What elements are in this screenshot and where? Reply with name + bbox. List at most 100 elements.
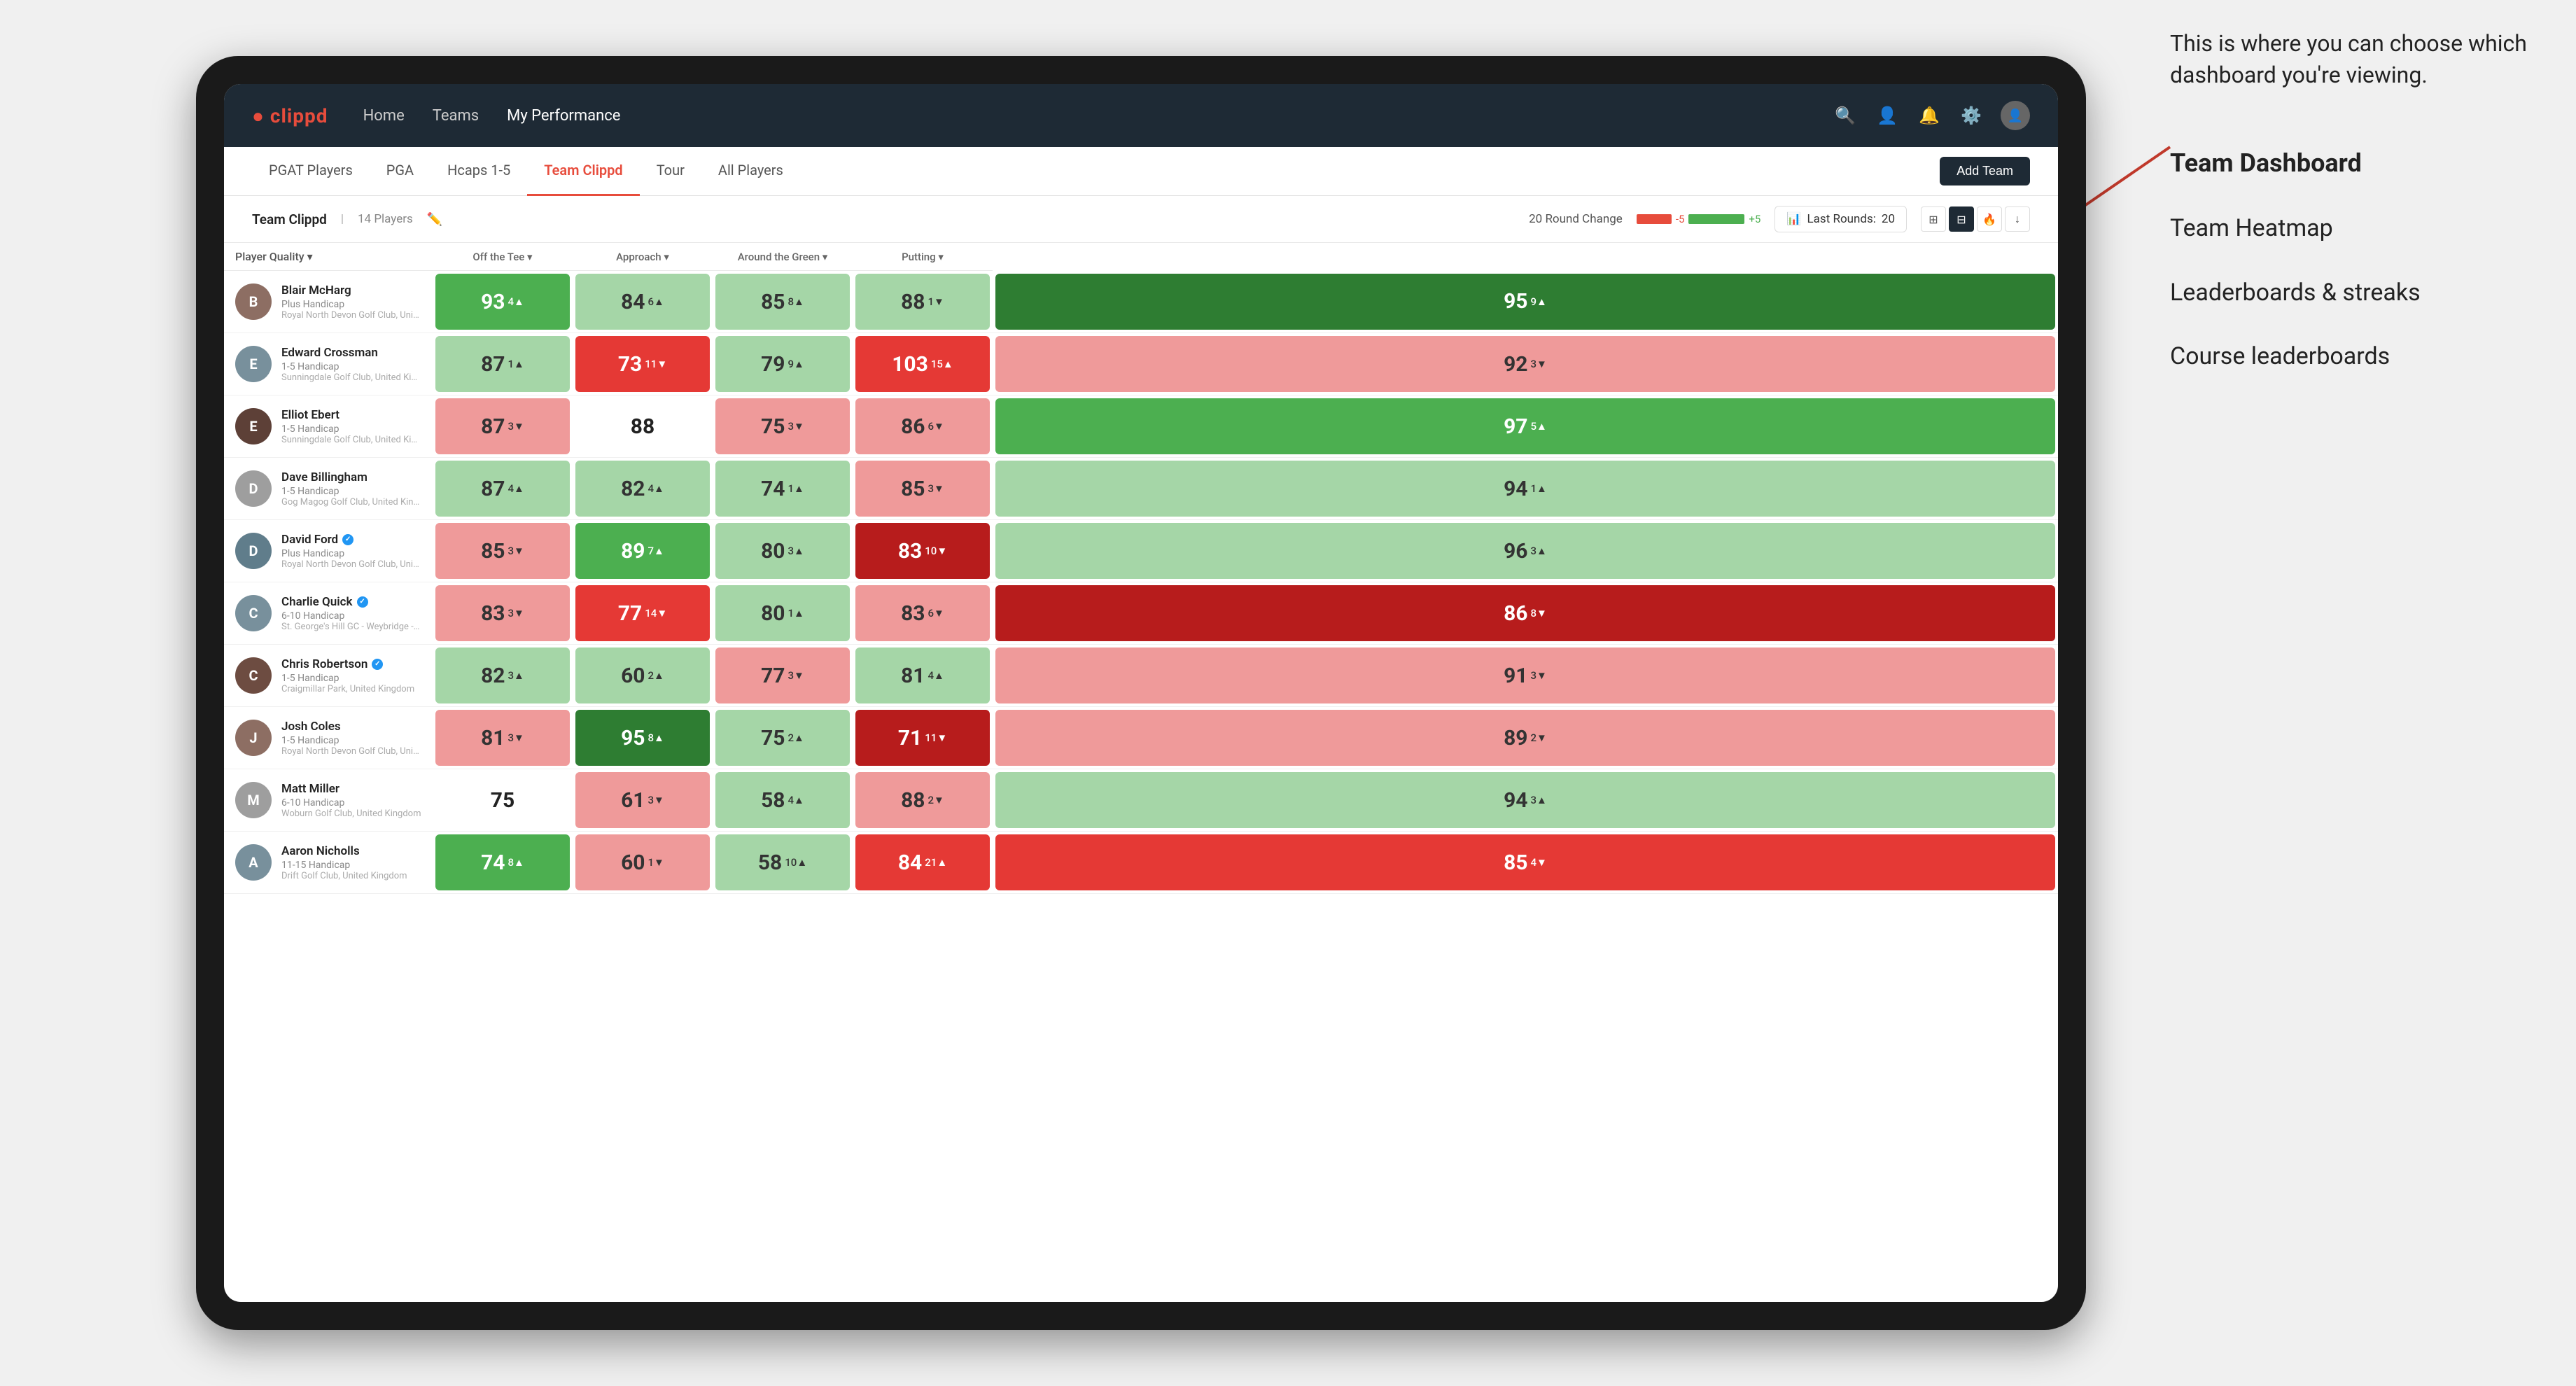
player-handicap: 1-5 Handicap: [281, 361, 421, 372]
delta-indicator: 2▲: [648, 669, 664, 682]
metric-box: 83 10▼: [855, 523, 990, 579]
metric-box: 83 6▼: [855, 585, 990, 641]
delta-indicator: 1▼: [648, 856, 664, 869]
nav-my-performance[interactable]: My Performance: [507, 107, 620, 125]
metric-box: 73 11▼: [575, 336, 710, 392]
score-value: 85: [901, 477, 925, 501]
metric-box: 93 4▲: [435, 274, 570, 330]
grid-large-view-button[interactable]: ⊟: [1949, 206, 1974, 232]
subnav-pga[interactable]: PGA: [370, 147, 430, 196]
delta-indicator: 3▼: [508, 607, 524, 620]
metric-box: 86 8▼: [995, 585, 2055, 641]
user-icon[interactable]: 👤: [1875, 103, 1900, 128]
player-name: Josh Coles: [281, 720, 421, 734]
metric-box: 61 3▼: [575, 772, 710, 828]
subnav-pgat-players[interactable]: PGAT Players: [252, 147, 370, 196]
player-avatar: J: [235, 720, 272, 756]
delta-indicator: 3▼: [508, 545, 524, 557]
score-value: 103: [892, 352, 928, 377]
bell-icon[interactable]: 🔔: [1917, 103, 1942, 128]
player-name: Blair McHarg: [281, 284, 421, 298]
player-club: Royal North Devon Golf Club, United King…: [281, 746, 421, 757]
score-value: 81: [901, 664, 925, 688]
player-cell-7[interactable]: J Josh Coles 1-5 Handicap Royal North De…: [224, 707, 433, 769]
player-handicap: 1-5 Handicap: [281, 486, 421, 497]
edit-team-icon[interactable]: ✏️: [427, 212, 442, 227]
subnav-all-players[interactable]: All Players: [701, 147, 800, 196]
metric-approach-9: 58 10▲: [713, 832, 853, 894]
score-value: 86: [901, 414, 925, 439]
subnav-team-clippd[interactable]: Team Clippd: [527, 147, 639, 196]
metric-player_quality-2: 87 3▼: [433, 396, 573, 458]
score-value: 85: [761, 290, 785, 314]
col-around-green[interactable]: Around the Green ▾: [713, 243, 853, 271]
metric-box: 95 8▲: [575, 710, 710, 766]
metric-off_tee-5: 77 14▼: [573, 582, 713, 645]
subnav-tour[interactable]: Tour: [640, 147, 701, 196]
col-putting[interactable]: Putting ▾: [853, 243, 993, 271]
nav-teams[interactable]: Teams: [433, 107, 479, 125]
player-cell-4[interactable]: D David Ford ✓ Plus Handicap Royal North…: [224, 520, 433, 582]
player-cell-2[interactable]: E Elliot Ebert 1-5 Handicap Sunningdale …: [224, 396, 433, 458]
metric-box: 89 2▼: [995, 710, 2055, 766]
metric-around_green-7: 71 11▼: [853, 707, 993, 769]
round-change-bar: -5 +5: [1637, 213, 1761, 225]
metric-box: 88: [575, 398, 710, 454]
player-info: Dave Billingham 1-5 Handicap Gog Magog G…: [281, 470, 421, 507]
score-value: 88: [631, 414, 654, 439]
metric-box: 87 4▲: [435, 461, 570, 517]
metric-off_tee-6: 60 2▲: [573, 645, 713, 707]
players-table: Player Quality ▾ Off the Tee ▾ Approach …: [224, 243, 2058, 894]
add-team-button[interactable]: Add Team: [1940, 157, 2030, 186]
delta-indicator: 14▼: [645, 607, 667, 620]
annotation-item-1: Team Dashboard: [2170, 133, 2534, 193]
last-rounds-button[interactable]: 📊 Last Rounds: 20: [1774, 206, 1907, 232]
metric-box: 97 5▲: [995, 398, 2055, 454]
settings-icon[interactable]: ⚙️: [1959, 103, 1984, 128]
score-value: 97: [1504, 414, 1527, 439]
metric-player_quality-1: 87 1▲: [433, 333, 573, 396]
grid-small-view-button[interactable]: ⊞: [1921, 206, 1946, 232]
player-cell-5[interactable]: C Charlie Quick ✓ 6-10 Handicap St. Geor…: [224, 582, 433, 645]
player-cell-1[interactable]: E Edward Crossman 1-5 Handicap Sunningda…: [224, 333, 433, 396]
metric-box: 75 2▲: [715, 710, 850, 766]
player-cell-8[interactable]: M Matt Miller 6-10 Handicap Woburn Golf …: [224, 769, 433, 832]
delta-indicator: 1▲: [788, 482, 804, 495]
table-row: A Aaron Nicholls 11-15 Handicap Drift Go…: [224, 832, 2058, 894]
user-avatar[interactable]: 👤: [2001, 101, 2030, 130]
nav-home[interactable]: Home: [363, 107, 405, 125]
metric-player_quality-4: 85 3▼: [433, 520, 573, 582]
metric-around_green-8: 88 2▼: [853, 769, 993, 832]
player-cell-9[interactable]: A Aaron Nicholls 11-15 Handicap Drift Go…: [224, 832, 433, 894]
heatmap-view-button[interactable]: 🔥: [1977, 206, 2002, 232]
player-cell-6[interactable]: C Chris Robertson ✓ 1-5 Handicap Craigmi…: [224, 645, 433, 707]
score-value: 73: [618, 352, 642, 377]
search-icon[interactable]: 🔍: [1833, 103, 1858, 128]
delta-indicator: 9▲: [788, 358, 804, 370]
col-approach[interactable]: Approach ▾: [573, 243, 713, 271]
player-club: Gog Magog Golf Club, United Kingdom: [281, 497, 421, 507]
download-button[interactable]: ↓: [2005, 206, 2030, 232]
player-info: Charlie Quick ✓ 6-10 Handicap St. George…: [281, 595, 421, 632]
score-value: 93: [481, 290, 505, 314]
player-handicap: Plus Handicap: [281, 548, 421, 559]
metric-box: 85 3▼: [855, 461, 990, 517]
score-value: 84: [898, 850, 922, 875]
player-handicap: 6-10 Handicap: [281, 610, 421, 622]
player-cell-0[interactable]: B Blair McHarg Plus Handicap Royal North…: [224, 271, 433, 333]
col-player-quality[interactable]: Player Quality ▾: [224, 243, 433, 271]
score-value: 85: [481, 539, 505, 564]
player-club: St. George's Hill GC - Weybridge - Surre…: [281, 622, 421, 632]
verified-badge: ✓: [357, 596, 368, 608]
score-value: 95: [1504, 289, 1527, 314]
metric-player_quality-6: 82 3▲: [433, 645, 573, 707]
subnav-hcaps[interactable]: Hcaps 1-5: [430, 147, 527, 196]
delta-indicator: 6▼: [928, 607, 944, 620]
metric-putting-0: 95 9▲: [993, 271, 2058, 333]
metric-box: 71 11▼: [855, 710, 990, 766]
delta-indicator: 5▲: [1531, 420, 1547, 433]
player-cell-3[interactable]: D Dave Billingham 1-5 Handicap Gog Magog…: [224, 458, 433, 520]
player-info: Blair McHarg Plus Handicap Royal North D…: [281, 284, 421, 321]
score-value: 60: [621, 664, 645, 688]
col-off-tee[interactable]: Off the Tee ▾: [433, 243, 573, 271]
